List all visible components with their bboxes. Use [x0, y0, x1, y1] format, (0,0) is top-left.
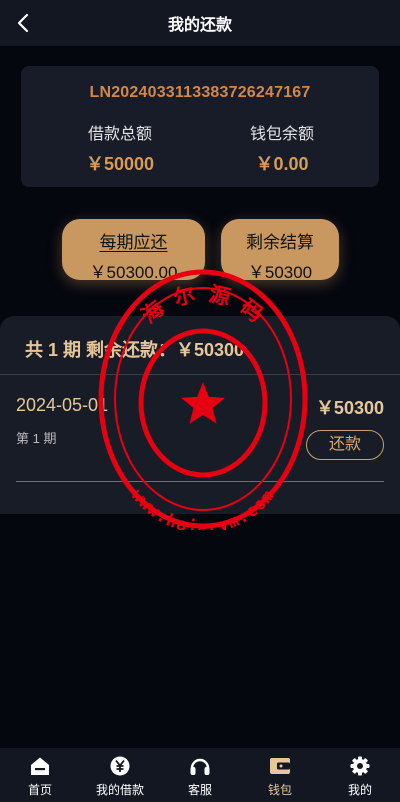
home-icon	[0, 755, 80, 777]
bottom-tab-bar: 首页 我的借款 客服 钱包 我的	[0, 748, 400, 802]
wallet-balance-label: 钱包余额	[249, 126, 314, 143]
tab-profile-label: 我的	[347, 783, 372, 797]
tab-customer-service-label: 客服	[187, 783, 212, 797]
tab-customer-service[interactable]: 客服	[160, 748, 240, 802]
page-title: 我的还款	[167, 17, 232, 34]
installment-date: 2024-05-01	[16, 395, 109, 415]
tab-wallet-label: 钱包	[267, 783, 292, 797]
repay-button[interactable]: 还款	[306, 430, 384, 460]
yuan-coin-icon	[80, 755, 160, 777]
tab-my-loans-label: 我的借款	[95, 783, 144, 797]
gear-icon	[320, 755, 400, 777]
tab-profile[interactable]: 我的	[320, 748, 400, 802]
loan-total-value: ￥50000	[85, 154, 155, 174]
divider	[0, 374, 400, 375]
repayment-plan-card: 共 1 期 剩余还款：￥50300 2024-05-01 ￥50300 第 1 …	[0, 316, 400, 514]
headset-icon	[160, 755, 240, 777]
per-period-payment-value: ￥50300.00	[89, 263, 178, 282]
loan-summary-card: LN2024033113383726247167 借款总额 ￥50000 钱包余…	[21, 66, 379, 187]
loan-total-label: 借款总额	[87, 126, 152, 143]
tab-home[interactable]: 首页	[0, 748, 80, 802]
header-bar: 我的还款	[0, 0, 400, 46]
remaining-settlement-label: 剩余结算	[246, 233, 314, 252]
tab-home-label: 首页	[27, 783, 52, 797]
per-period-payment-label: 每期应还	[99, 233, 168, 252]
tab-wallet[interactable]: 钱包	[240, 748, 320, 802]
per-period-payment-button[interactable]: 每期应还 ￥50300.00	[62, 219, 205, 282]
chevron-left-icon	[17, 13, 29, 33]
installment-amount: ￥50300	[315, 398, 384, 418]
loan-total-stat: 借款总额 ￥50000	[40, 120, 200, 176]
loan-number: LN2024033113383726247167	[89, 84, 311, 101]
tab-my-loans[interactable]: 我的借款	[80, 748, 160, 802]
wallet-balance-value: ￥0.00	[255, 154, 309, 174]
remaining-settlement-value: ￥50300	[247, 263, 313, 282]
wallet-icon	[240, 755, 320, 777]
remaining-settlement-button[interactable]: 剩余结算 ￥50300	[221, 219, 339, 282]
divider	[16, 481, 384, 482]
back-button[interactable]	[8, 8, 38, 38]
installment-period: 第 1 期	[16, 431, 57, 446]
wallet-balance-stat: 钱包余额 ￥0.00	[202, 120, 362, 176]
plan-summary: 共 1 期 剩余还款：￥50300	[25, 340, 245, 360]
